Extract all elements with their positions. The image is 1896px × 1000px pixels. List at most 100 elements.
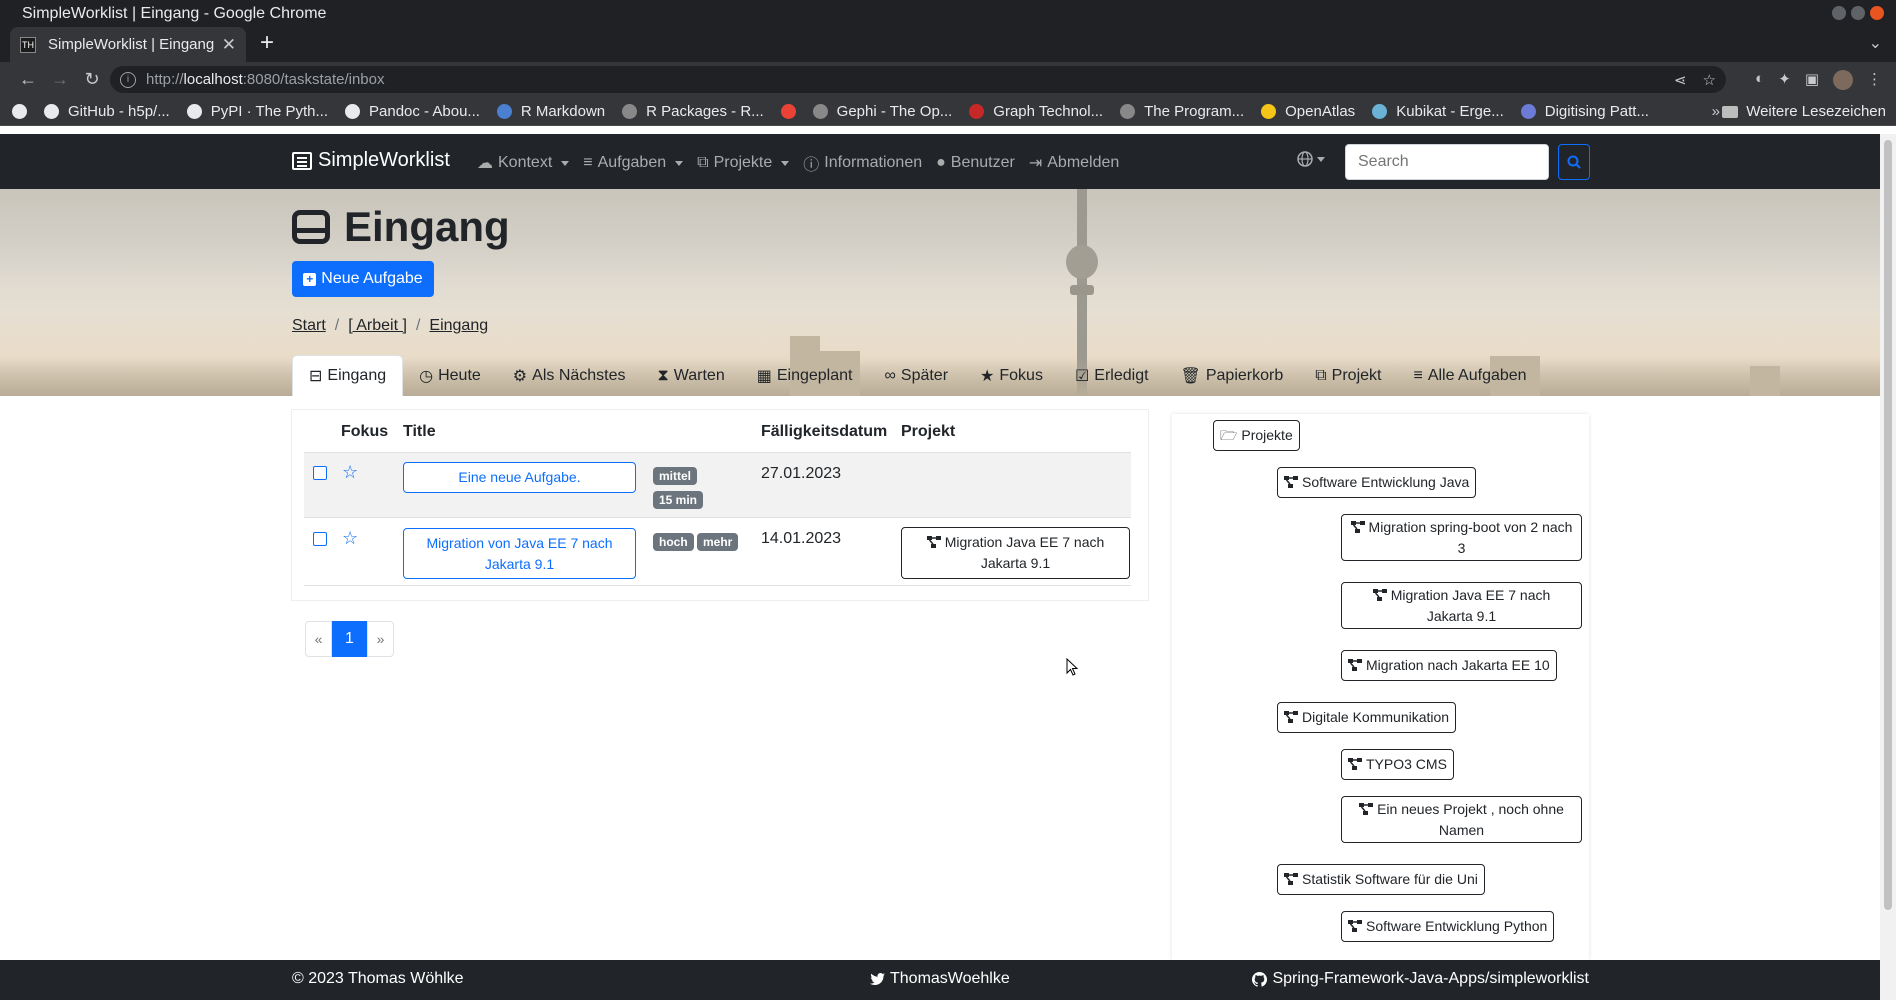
minimize-button[interactable]: [1832, 6, 1846, 20]
side-panel-icon[interactable]: ▣: [1805, 70, 1819, 90]
bookmark-item[interactable]: GitHub - h5p/...: [44, 103, 170, 120]
bookmark-item[interactable]: R Packages - R...: [622, 103, 764, 120]
footer-twitter-link[interactable]: ThomasWoehlke: [870, 970, 1010, 988]
tab-warten[interactable]: ⧗ Warten: [642, 355, 741, 396]
bookmark-item[interactable]: Pandoc - Abou...: [345, 103, 480, 120]
breadcrumb-start[interactable]: Start: [292, 317, 326, 335]
search-button[interactable]: [1558, 144, 1590, 180]
task-checkbox[interactable]: [313, 466, 327, 480]
project-tree-node[interactable]: Software Entwicklung Python: [1341, 911, 1555, 942]
tab-alle-aufgaben[interactable]: ≡ Alle Aufgaben: [1397, 355, 1542, 396]
page-scrollbar[interactable]: [1880, 134, 1896, 1000]
tab-später[interactable]: ∞ Später: [868, 355, 964, 396]
bookmark-label: R Markdown: [520, 102, 606, 120]
bookmark-item[interactable]: Kubikat - Erge...: [1372, 103, 1504, 120]
task-checkbox[interactable]: [313, 532, 327, 546]
bookmark-item[interactable]: R Markdown: [496, 102, 606, 120]
extension-icon[interactable]: ◐: [1755, 70, 1764, 90]
pagination: « 1 »: [305, 621, 394, 657]
maximize-button[interactable]: [1851, 6, 1865, 20]
project-node-label: Software Entwicklung Python: [1366, 918, 1548, 934]
bookmark-item[interactable]: Graph Technol...: [969, 103, 1103, 120]
nav-link-projekte[interactable]: ⧉ Projekte: [697, 151, 790, 175]
browser-tab[interactable]: TH SimpleWorklist | Eingang ✕: [10, 27, 246, 62]
new-tab-button[interactable]: +: [260, 29, 274, 57]
tab-projekt[interactable]: ⧉ Projekt: [1299, 355, 1397, 396]
project-tree-node[interactable]: TYPO3 CMS: [1341, 749, 1454, 780]
forward-button[interactable]: →: [44, 69, 76, 90]
bookmark-item[interactable]: PyPI · The Pyth...: [186, 103, 328, 120]
tab-close-icon[interactable]: ✕: [222, 35, 236, 55]
tab-fokus[interactable]: ★ Fokus: [964, 355, 1059, 396]
bookmarks-overflow-button[interactable]: »: [1712, 103, 1720, 120]
task-project-button[interactable]: Migration Java EE 7 nach Jakarta 9.1: [901, 527, 1130, 579]
nav-link-abmelden[interactable]: ⇥ Abmelden: [1029, 151, 1119, 175]
bookmark-favicon-icon: [496, 103, 512, 119]
url-field[interactable]: i http://localhost:8080/taskstate/inbox …: [110, 66, 1726, 93]
tab-label: Papierkorb: [1205, 366, 1284, 384]
taskstate-tabs: ⊟ Eingang ◷ Heute ⚙ Als Nächstes ⧗ Warten ▦ Einge…: [292, 355, 1543, 396]
tab-eingeplant[interactable]: ▦ Eingeplant: [741, 355, 869, 396]
search-input[interactable]: [1345, 144, 1549, 180]
tab-label: Als Nächstes: [532, 366, 626, 384]
priority-badge: hoch: [653, 533, 694, 551]
puzzle-icon[interactable]: ✦: [1778, 70, 1791, 90]
nav-link-informationen[interactable]: ⓘ Informationen: [803, 151, 922, 175]
scrollbar-thumb[interactable]: [1884, 140, 1892, 910]
bookmark-item[interactable]: Digitising Patt...: [1520, 103, 1649, 120]
project-tree-root[interactable]: 🗁 Projekte: [1213, 420, 1300, 451]
twitter-icon: [870, 972, 885, 985]
share-icon[interactable]: ⋖: [1674, 71, 1687, 89]
bookmark-item[interactable]: OpenAtlas: [1261, 103, 1355, 120]
profile-avatar[interactable]: [1833, 70, 1853, 90]
back-button[interactable]: ←: [12, 69, 44, 90]
reload-button[interactable]: ↻: [76, 69, 108, 90]
pagination-next[interactable]: »: [367, 621, 394, 657]
project-tree-node[interactable]: Ein neues Projekt , noch ohne Namen: [1341, 796, 1582, 843]
language-dropdown[interactable]: [1297, 151, 1325, 167]
pagination-page-1[interactable]: 1: [332, 621, 367, 657]
bookmark-item[interactable]: Gephi - The Op...: [812, 102, 953, 120]
star-icon[interactable]: ☆: [342, 462, 358, 483]
project-tree-node[interactable]: Migration spring-boot von 2 nach 3: [1341, 514, 1582, 561]
site-info-icon[interactable]: i: [120, 71, 136, 88]
footer-github-link[interactable]: Spring-Framework-Java-Apps/simpleworklis…: [1252, 970, 1589, 988]
project-tree-node[interactable]: Software Entwicklung Java: [1277, 467, 1477, 498]
brand-link[interactable]: SimpleWorklist: [292, 149, 450, 172]
bookmark-star-icon[interactable]: ☆: [1703, 71, 1716, 89]
bookmark-label: Gephi - The Op...: [836, 102, 953, 120]
bookmark-item[interactable]: The Program...: [1120, 103, 1244, 120]
task-title-button[interactable]: Eine neue Aufgabe.: [403, 462, 636, 493]
other-bookmarks-label: Weitere Lesezeichen: [1746, 103, 1886, 120]
bookmark-favicon-icon: [345, 103, 360, 119]
other-bookmarks-folder[interactable]: Weitere Lesezeichen: [1722, 103, 1886, 120]
bookmark-favicon-icon: [1261, 103, 1277, 119]
project-tree-node[interactable]: Digitale Kommunikation: [1277, 702, 1457, 733]
nav-link-aufgaben[interactable]: ≡ Aufgaben: [583, 151, 684, 175]
task-title-button[interactable]: Migration von Java EE 7 nach Jakarta 9.1: [403, 528, 636, 579]
tab-als-nächstes[interactable]: ⚙ Als Nächstes: [497, 355, 642, 396]
nav-link-kontext[interactable]: ☁ Kontext: [477, 151, 570, 175]
tab-heute[interactable]: ◷ Heute: [403, 355, 497, 396]
nav-link-benutzer[interactable]: ● Benutzer: [936, 151, 1015, 175]
breadcrumb-current[interactable]: Eingang: [429, 317, 488, 335]
tab-search-chevron-icon[interactable]: ⌄: [1869, 33, 1882, 53]
project-diagram-icon: [926, 536, 941, 548]
project-tree-node[interactable]: Migration Java EE 7 nach Jakarta 9.1: [1341, 582, 1582, 629]
close-window-button[interactable]: [1870, 6, 1884, 20]
tab-papierkorb[interactable]: 🗑 Papierkorb: [1165, 355, 1300, 396]
chrome-menu-icon[interactable]: ⋮: [1867, 70, 1882, 90]
new-task-label: Neue Aufgabe: [321, 270, 423, 287]
bookmark-item[interactable]: [12, 103, 27, 119]
tab-erledigt[interactable]: ☑ Erledigt: [1059, 355, 1165, 396]
bookmark-label: OpenAtlas: [1285, 102, 1356, 120]
star-icon[interactable]: ☆: [342, 528, 358, 549]
new-task-button[interactable]: + Neue Aufgabe: [292, 261, 434, 297]
bookmark-item[interactable]: [780, 103, 796, 119]
project-tree-node[interactable]: Migration nach Jakarta EE 10: [1341, 650, 1557, 681]
project-tree-node[interactable]: Statistik Software für die Uni: [1277, 864, 1485, 895]
project-node-label: Migration spring-boot von 2 nach 3: [1368, 518, 1573, 556]
pagination-prev[interactable]: «: [305, 621, 332, 657]
tab-eingang[interactable]: ⊟ Eingang: [292, 355, 404, 396]
breadcrumb-context[interactable]: [ Arbeit ]: [348, 317, 407, 335]
